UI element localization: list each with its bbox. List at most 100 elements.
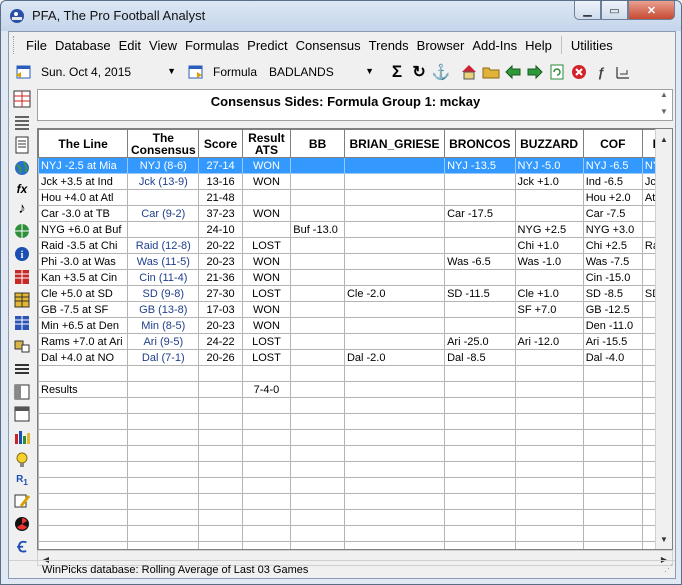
table-cell[interactable] [198, 541, 243, 549]
formula-combo[interactable]: BADLANDS ▼ [263, 61, 379, 83]
table-cell[interactable]: WON [241, 173, 292, 190]
table-cell[interactable] [127, 221, 200, 238]
table-cell[interactable]: Jck +3.5 at Ind [38, 173, 129, 190]
bar-chart-icon[interactable] [13, 428, 31, 446]
table-cell[interactable] [343, 173, 446, 190]
table-cell[interactable]: WON [241, 253, 292, 270]
table-cell[interactable] [514, 413, 584, 430]
table-cell[interactable] [444, 365, 516, 382]
fx-button[interactable]: ƒ [591, 62, 611, 82]
list-icon[interactable] [13, 113, 31, 131]
lightbulb-icon[interactable] [13, 451, 31, 469]
table-cell[interactable]: SD -11.5 [444, 285, 516, 302]
table-cell[interactable] [38, 429, 129, 446]
table-cell[interactable] [514, 365, 584, 382]
menu-predict[interactable]: Predict [243, 38, 291, 53]
table-cell[interactable] [343, 205, 446, 222]
table-cell[interactable]: 17-03 [198, 301, 243, 318]
table-cell[interactable] [343, 301, 446, 318]
table-cell[interactable] [290, 509, 345, 526]
forward-button[interactable] [525, 62, 545, 82]
table-cell[interactable]: Was -6.5 [444, 253, 516, 270]
minimize-button[interactable]: ▁ [574, 1, 601, 20]
table-cell[interactable] [290, 333, 345, 350]
table-row[interactable] [38, 525, 672, 542]
table-cell[interactable] [38, 541, 129, 549]
table-cell[interactable]: Dal (7-1) [127, 349, 200, 366]
table-row[interactable]: Raid -3.5 at Chi Raid (12-8) 20-22 LOST Chi … [38, 237, 672, 254]
calendar-prev-button[interactable] [13, 62, 33, 82]
table-cell[interactable] [343, 541, 446, 549]
table-cell[interactable] [343, 269, 446, 286]
table-cell[interactable]: Chi +2.5 [582, 237, 643, 254]
table-cell[interactable] [290, 381, 345, 398]
table-cell[interactable] [514, 397, 584, 414]
sum-button[interactable]: Σ [387, 62, 407, 82]
table-cell[interactable] [127, 381, 200, 398]
column-header[interactable]: COF [582, 129, 643, 158]
table-cell[interactable] [343, 509, 446, 526]
table-cell[interactable]: WON [241, 269, 292, 286]
music-note-icon[interactable]: ♪ [13, 200, 31, 217]
table-cell[interactable]: Cin -15.0 [582, 269, 643, 286]
table-cell[interactable] [444, 381, 516, 398]
table-cell[interactable] [582, 397, 643, 414]
table-cell[interactable] [514, 205, 584, 222]
table-cell[interactable] [444, 173, 516, 190]
formula-symbol-icon[interactable]: R1 [13, 474, 31, 487]
table-cell[interactable]: NYJ -13.5 [444, 157, 516, 174]
table-cell[interactable]: LOST [241, 333, 292, 350]
table-cell[interactable]: 20-26 [198, 349, 243, 366]
table-cell[interactable] [343, 397, 446, 414]
table-cell[interactable]: 21-36 [198, 269, 243, 286]
table-row[interactable] [38, 541, 672, 549]
table-cell[interactable] [290, 365, 345, 382]
document-icon[interactable] [13, 136, 31, 154]
column-header[interactable]: BB [290, 129, 345, 158]
table-cell[interactable] [241, 477, 292, 494]
column-header[interactable]: BUZZARD [514, 129, 584, 158]
column-header[interactable]: The Consensus [127, 129, 200, 158]
stop-button[interactable] [569, 62, 589, 82]
table-cell[interactable]: Min +6.5 at Den [38, 317, 129, 334]
table-cell[interactable]: Car -17.5 [444, 205, 516, 222]
table-cell[interactable] [290, 429, 345, 446]
table-cell[interactable] [514, 477, 584, 494]
table-row[interactable] [38, 461, 672, 478]
table-cell[interactable] [290, 189, 345, 206]
table-cell[interactable] [127, 413, 200, 430]
maximize-button[interactable]: ▭ [601, 1, 628, 20]
table-cell[interactable] [514, 429, 584, 446]
table-cell[interactable] [127, 189, 200, 206]
anchor-button[interactable]: ⚓ [431, 62, 451, 82]
table-cell[interactable]: SF +7.0 [514, 301, 584, 318]
globe-icon[interactable] [13, 159, 31, 177]
scroll-down-icon[interactable]: ▼ [656, 531, 672, 547]
table-cell[interactable] [343, 237, 446, 254]
grid-vertical-scrollbar[interactable]: ▲ ▼ [655, 129, 672, 549]
table-row[interactable]: Car -3.0 at TB Car (9-2) 37-23 WON Car -17.5… [38, 205, 672, 222]
table-cell[interactable] [582, 413, 643, 430]
table-cell[interactable] [241, 461, 292, 478]
table-cell[interactable] [582, 509, 643, 526]
menu-file[interactable]: File [22, 38, 51, 53]
table-cell[interactable] [290, 317, 345, 334]
table-cell[interactable] [127, 461, 200, 478]
table-cell[interactable]: Ind -6.5 [582, 173, 643, 190]
table-cell[interactable] [290, 349, 345, 366]
table-row[interactable]: GB -7.5 at SF GB (13-8) 17-03 WON SF +7.0 GB … [38, 301, 672, 318]
table-row[interactable]: Jck +3.5 at Ind Jck (13-9) 13-16 WON Jck +1.… [38, 173, 672, 190]
table-cell[interactable]: Cle -2.0 [343, 285, 446, 302]
menu-utilities[interactable]: Utilities [567, 38, 617, 53]
table-cell[interactable] [198, 509, 243, 526]
title-bar[interactable]: PFA, The Pro Football Analyst ▁ ▭ ✕ [1, 1, 681, 31]
table-cell[interactable] [198, 525, 243, 542]
table-cell[interactable]: SD (9-8) [127, 285, 200, 302]
table-cell[interactable] [198, 477, 243, 494]
table-cell[interactable]: Kan +3.5 at Cin [38, 269, 129, 286]
table-cell[interactable]: Cle +5.0 at SD [38, 285, 129, 302]
table-cell[interactable] [343, 477, 446, 494]
table-cell[interactable]: WON [241, 157, 292, 174]
table-cell[interactable] [290, 205, 345, 222]
table-cell[interactable] [444, 269, 516, 286]
